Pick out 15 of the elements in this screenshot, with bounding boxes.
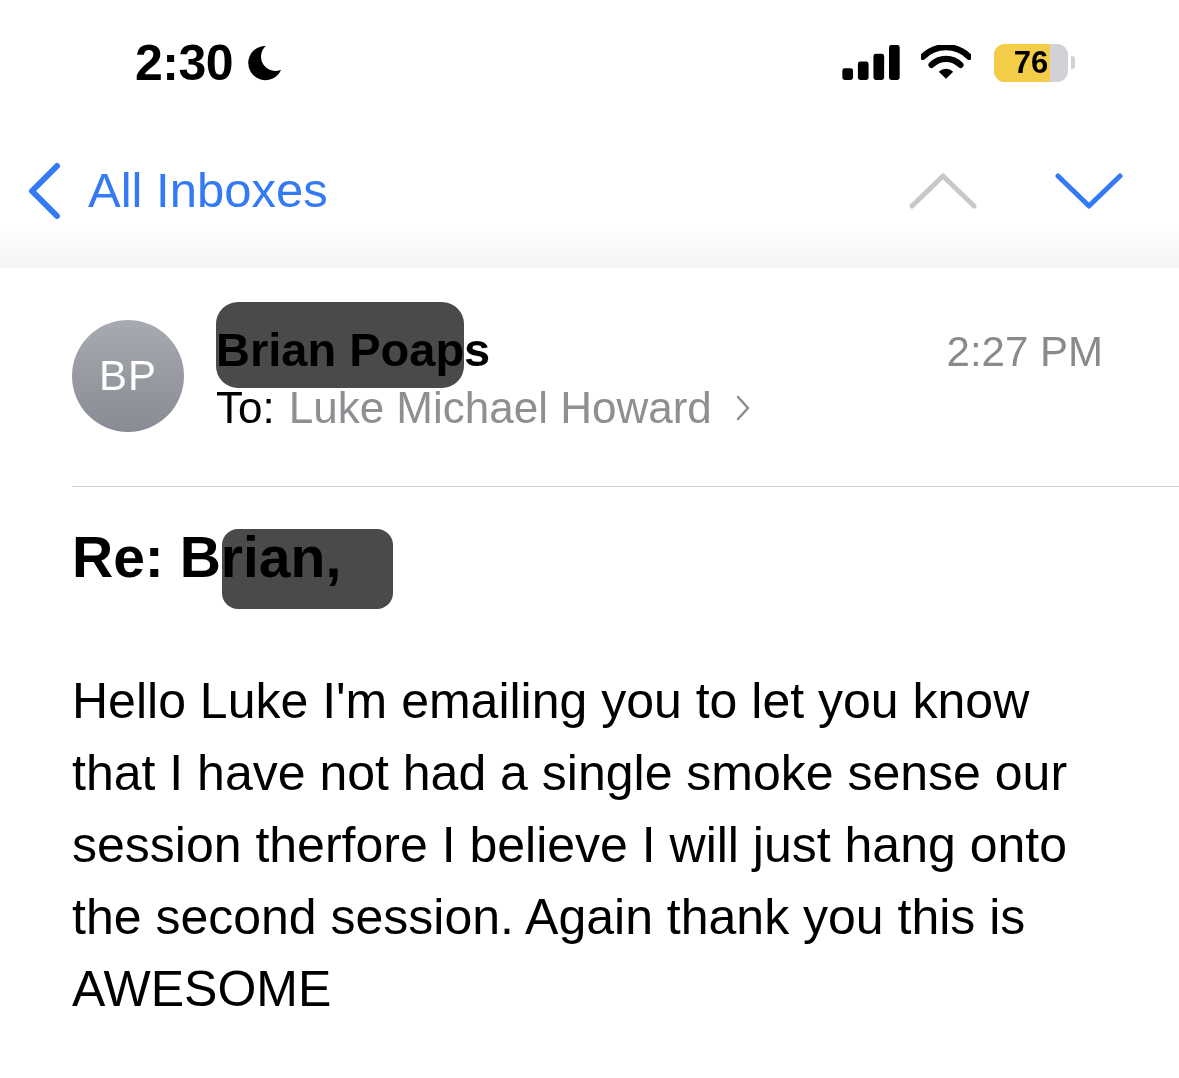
- battery-percent: 76: [1013, 47, 1049, 78]
- avatar-initials: BP: [72, 320, 184, 432]
- message-body: Hello Luke I'm emailing you to let you know that I have not had a single smoke sense our session therfore I believe I will just hang onto the second session. Again thank you this is AWESOME: [72, 672, 1069, 1019]
- chevron-left-icon: [26, 161, 62, 220]
- recipient-name[interactable]: Luke Michael Howard: [288, 382, 712, 434]
- chevron-right-icon[interactable]: [735, 395, 750, 421]
- status-time: 2:30: [135, 37, 234, 88]
- back-label: All Inboxes: [88, 166, 328, 215]
- moon-icon: [245, 43, 284, 82]
- signal-icon: [842, 45, 901, 80]
- to-label: To:: [216, 382, 275, 434]
- back-button[interactable]: All Inboxes: [26, 161, 328, 220]
- wifi-icon: [921, 45, 971, 80]
- message-time: 2:27 PM: [946, 328, 1103, 376]
- chevron-down-icon[interactable]: [1055, 172, 1123, 209]
